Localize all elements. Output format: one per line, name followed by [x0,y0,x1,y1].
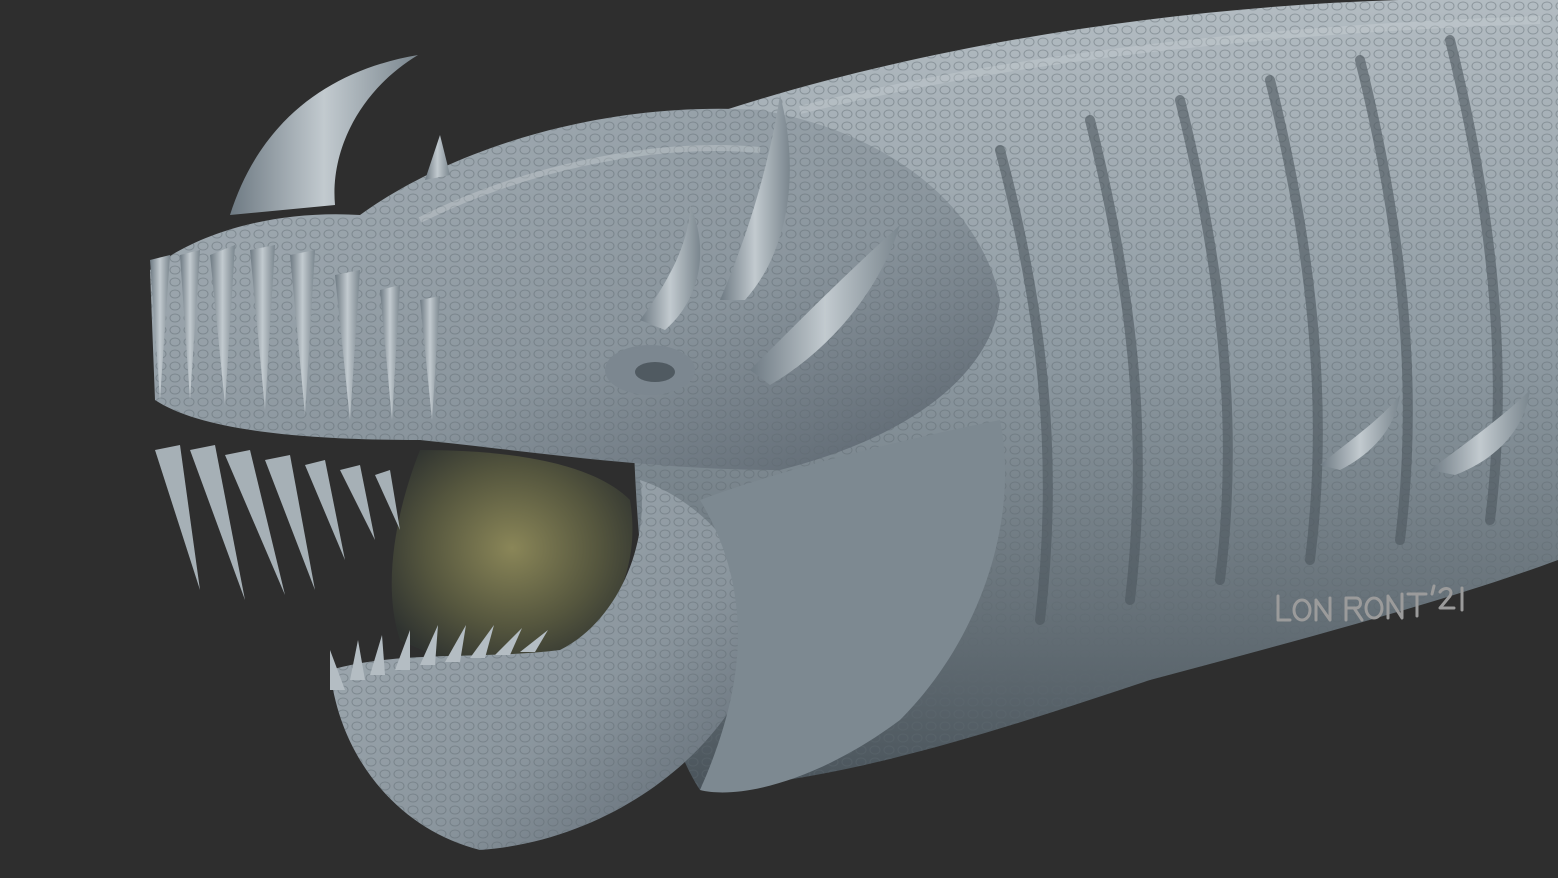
small-horn [425,135,450,180]
artist-signature [1276,584,1464,622]
render-viewport [0,0,1558,878]
eye-icon [635,362,675,382]
dragon-sculpt-render [150,0,1558,850]
front-fangs [155,445,400,600]
nose-horn [230,55,418,215]
